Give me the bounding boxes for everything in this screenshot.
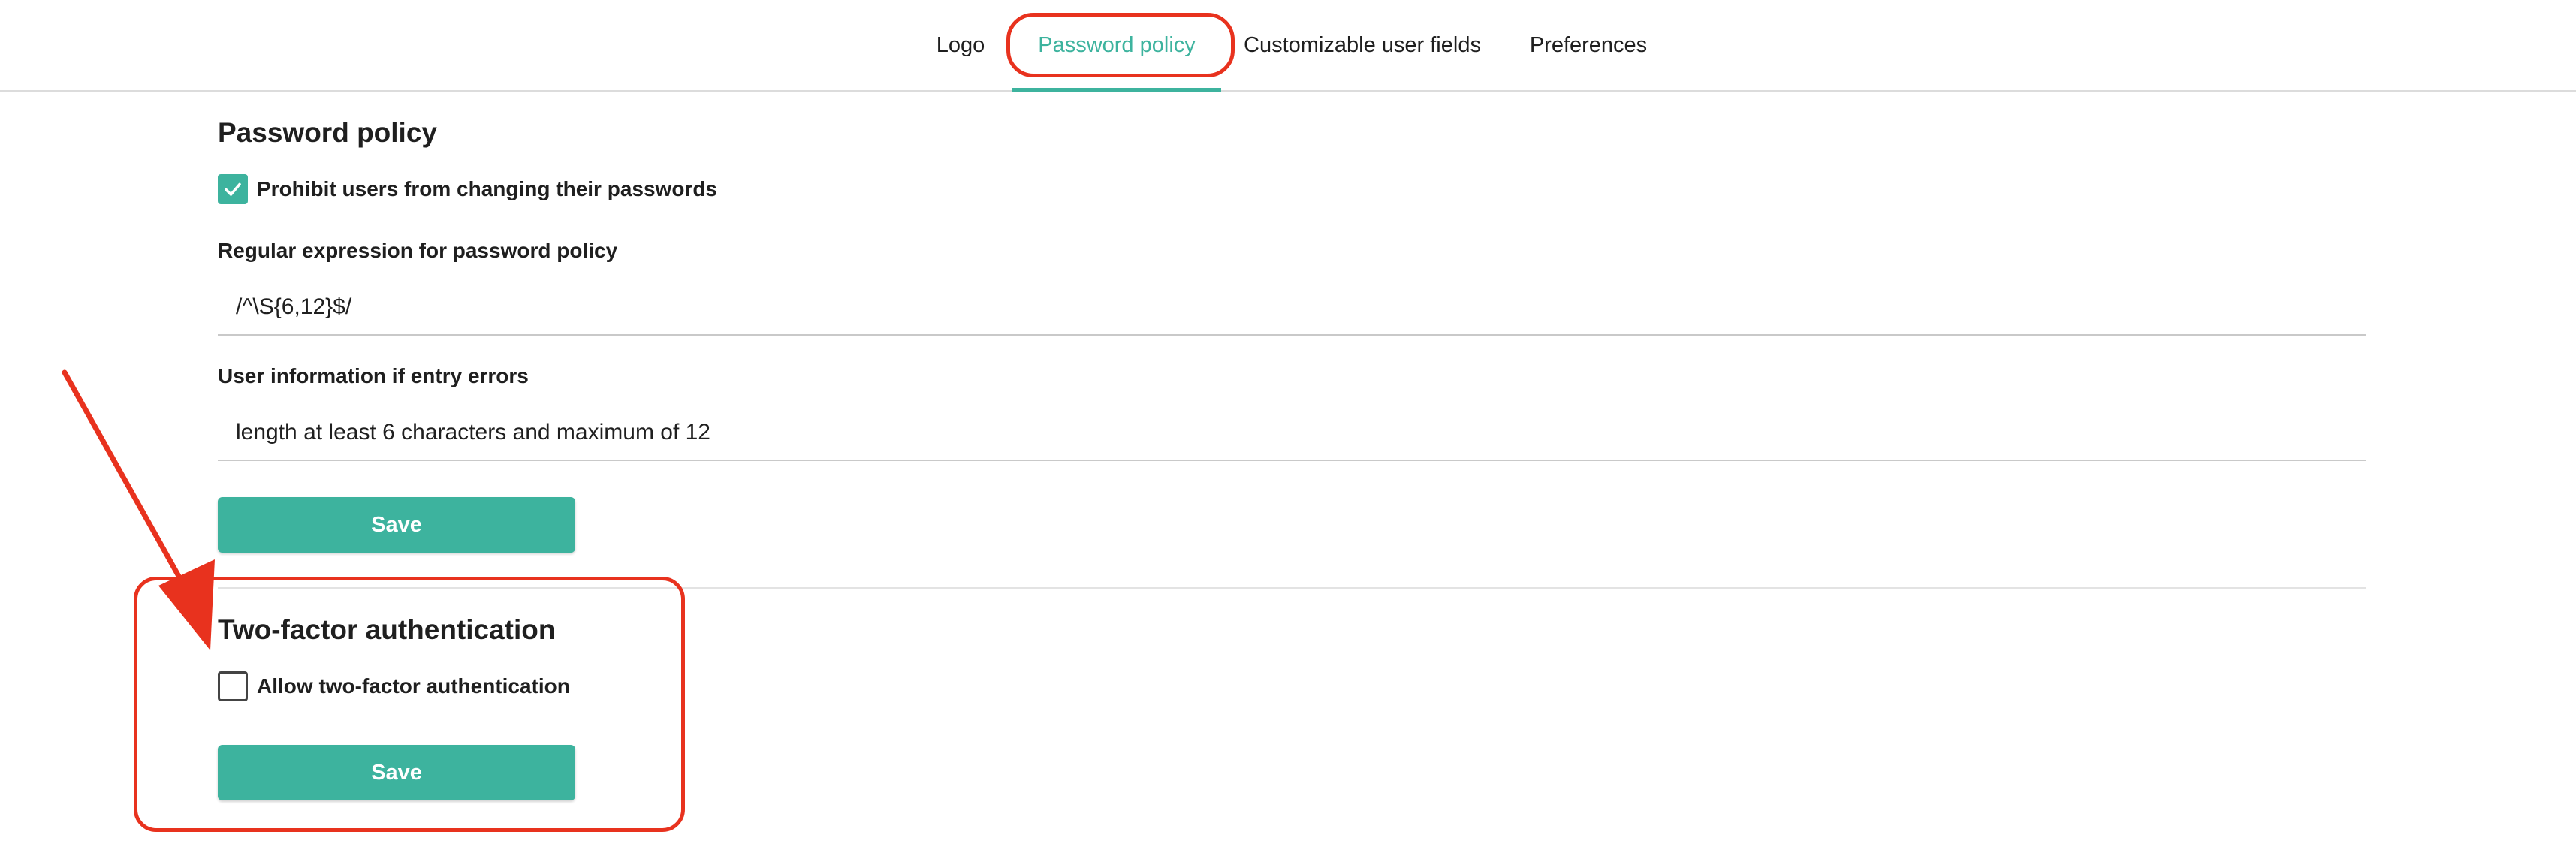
- password-policy-save-button[interactable]: Save: [218, 497, 575, 553]
- prohibit-password-change-label: Prohibit users from changing their passw…: [257, 177, 717, 200]
- checkmark-icon: [225, 182, 241, 196]
- two-factor-title: Two-factor authentication: [218, 614, 556, 645]
- settings-tab-bar: Logo Password policy Customizable user f…: [0, 0, 2576, 92]
- two-factor-save-button[interactable]: Save: [218, 745, 575, 800]
- allow-two-factor-option[interactable]: Allow two-factor authentication: [218, 671, 570, 701]
- password-policy-title: Password policy: [218, 117, 437, 148]
- error-info-input[interactable]: [218, 405, 2366, 461]
- section-divider: [218, 587, 2366, 589]
- error-info-field-label: User information if entry errors: [218, 364, 529, 387]
- tab-logo[interactable]: Logo: [930, 0, 991, 90]
- prohibit-password-change-checkbox[interactable]: [218, 174, 248, 204]
- tab-customizable-user-fields[interactable]: Customizable user fields: [1239, 0, 1486, 90]
- tab-preferences[interactable]: Preferences: [1522, 0, 1655, 90]
- regex-field-label: Regular expression for password policy: [218, 239, 618, 262]
- prohibit-password-change-option[interactable]: Prohibit users from changing their passw…: [218, 174, 717, 204]
- allow-two-factor-checkbox[interactable]: [218, 671, 248, 701]
- regex-input[interactable]: [218, 280, 2366, 336]
- allow-two-factor-label: Allow two-factor authentication: [257, 674, 570, 698]
- tab-password-policy[interactable]: Password policy: [1012, 0, 1221, 92]
